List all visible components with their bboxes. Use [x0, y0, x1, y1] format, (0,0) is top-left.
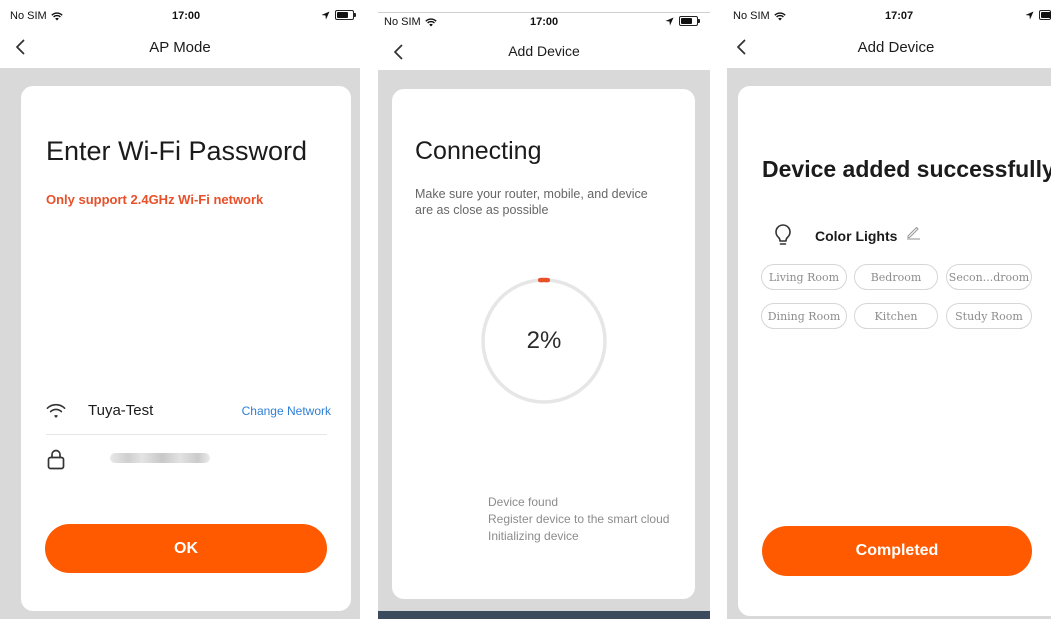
ap-mode-screen: No SIM 17:00 AP Mode Enter Wi-Fi Passwor…: [0, 0, 360, 619]
step-device-found: Device found: [488, 495, 559, 509]
carrier-label: No SIM: [384, 16, 421, 28]
room-chip-living-room[interactable]: Living Room: [761, 264, 847, 290]
connection-steps: Device found Register device to the smar…: [488, 494, 669, 545]
page-title: AP Mode: [149, 39, 211, 56]
location-arrow-icon: [1025, 10, 1034, 20]
change-network-link[interactable]: Change Network: [242, 404, 331, 418]
battery-icon: [679, 16, 700, 26]
carrier-label: No SIM: [733, 10, 770, 22]
card-heading: Enter Wi-Fi Password: [46, 136, 308, 166]
password-row: [46, 446, 326, 474]
room-chip-dining-room[interactable]: Dining Room: [761, 303, 847, 329]
clock: 17:07: [885, 10, 914, 22]
location-arrow-icon: [665, 16, 674, 26]
password-input[interactable]: [88, 447, 326, 469]
clock: 17:00: [172, 10, 201, 22]
connecting-card: Connecting Make sure your router, mobile…: [392, 89, 695, 599]
password-blurred-value: [110, 453, 210, 463]
nav-bar: AP Mode: [0, 30, 360, 66]
step-register-cloud: Register device to the smart cloud: [488, 512, 670, 526]
card-heading: Connecting: [415, 137, 542, 165]
wifi-icon: [46, 403, 66, 418]
page-title: Add Device: [508, 43, 580, 59]
battery-icon: [1039, 10, 1051, 20]
battery-icon: [335, 10, 356, 20]
card-heading: Device added successfully: [762, 156, 1051, 182]
connecting-screen: No SIM 17:00 Add Device Connecting Make …: [378, 0, 710, 619]
status-bar: No SIM 17:00: [0, 0, 360, 28]
carrier-label: No SIM: [10, 10, 47, 22]
page-title: Add Device: [857, 39, 935, 56]
progress-percent: 2%: [526, 327, 562, 354]
wifi-password-card: Enter Wi-Fi Password Only support 2.4GHz…: [21, 86, 351, 611]
step-initializing: Initializing device: [488, 529, 579, 543]
status-bar: No SIM 17:07: [727, 0, 1051, 28]
nav-bar: Add Device: [727, 30, 1051, 66]
room-chip-kitchen[interactable]: Kitchen: [854, 303, 938, 329]
wifi-signal-icon: [50, 11, 63, 20]
lightbulb-icon: [775, 224, 791, 245]
status-bar: No SIM 17:00: [378, 6, 710, 34]
wifi-signal-icon: [424, 17, 437, 26]
room-chip-study-room[interactable]: Study Room: [946, 303, 1032, 329]
frequency-warning: Only support 2.4GHz Wi-Fi network: [46, 192, 264, 207]
success-card: Device added successfully Color Lights L…: [738, 86, 1051, 616]
lock-icon: [47, 449, 65, 470]
room-chip-second-bedroom[interactable]: Secon...droom: [946, 264, 1032, 290]
pencil-icon[interactable]: [905, 224, 921, 240]
clock: 17:00: [530, 16, 559, 28]
room-chip-bedroom[interactable]: Bedroom: [854, 264, 938, 290]
device-name: Color Lights: [815, 228, 898, 244]
location-arrow-icon: [321, 10, 330, 20]
wifi-ssid: Tuya-Test: [88, 402, 154, 419]
completed-button[interactable]: Completed: [762, 526, 1032, 576]
proximity-hint: Make sure your router, mobile, and devic…: [415, 187, 648, 217]
nav-bar: Add Device: [378, 34, 710, 70]
wifi-signal-icon: [773, 11, 786, 20]
ok-button[interactable]: OK: [45, 524, 327, 573]
wifi-network-row: Tuya-Test Change Network: [46, 398, 331, 426]
success-screen: No SIM 17:07 Add Device Device added suc…: [727, 0, 1051, 619]
bottom-bar: [378, 611, 710, 619]
divider: [46, 434, 327, 435]
